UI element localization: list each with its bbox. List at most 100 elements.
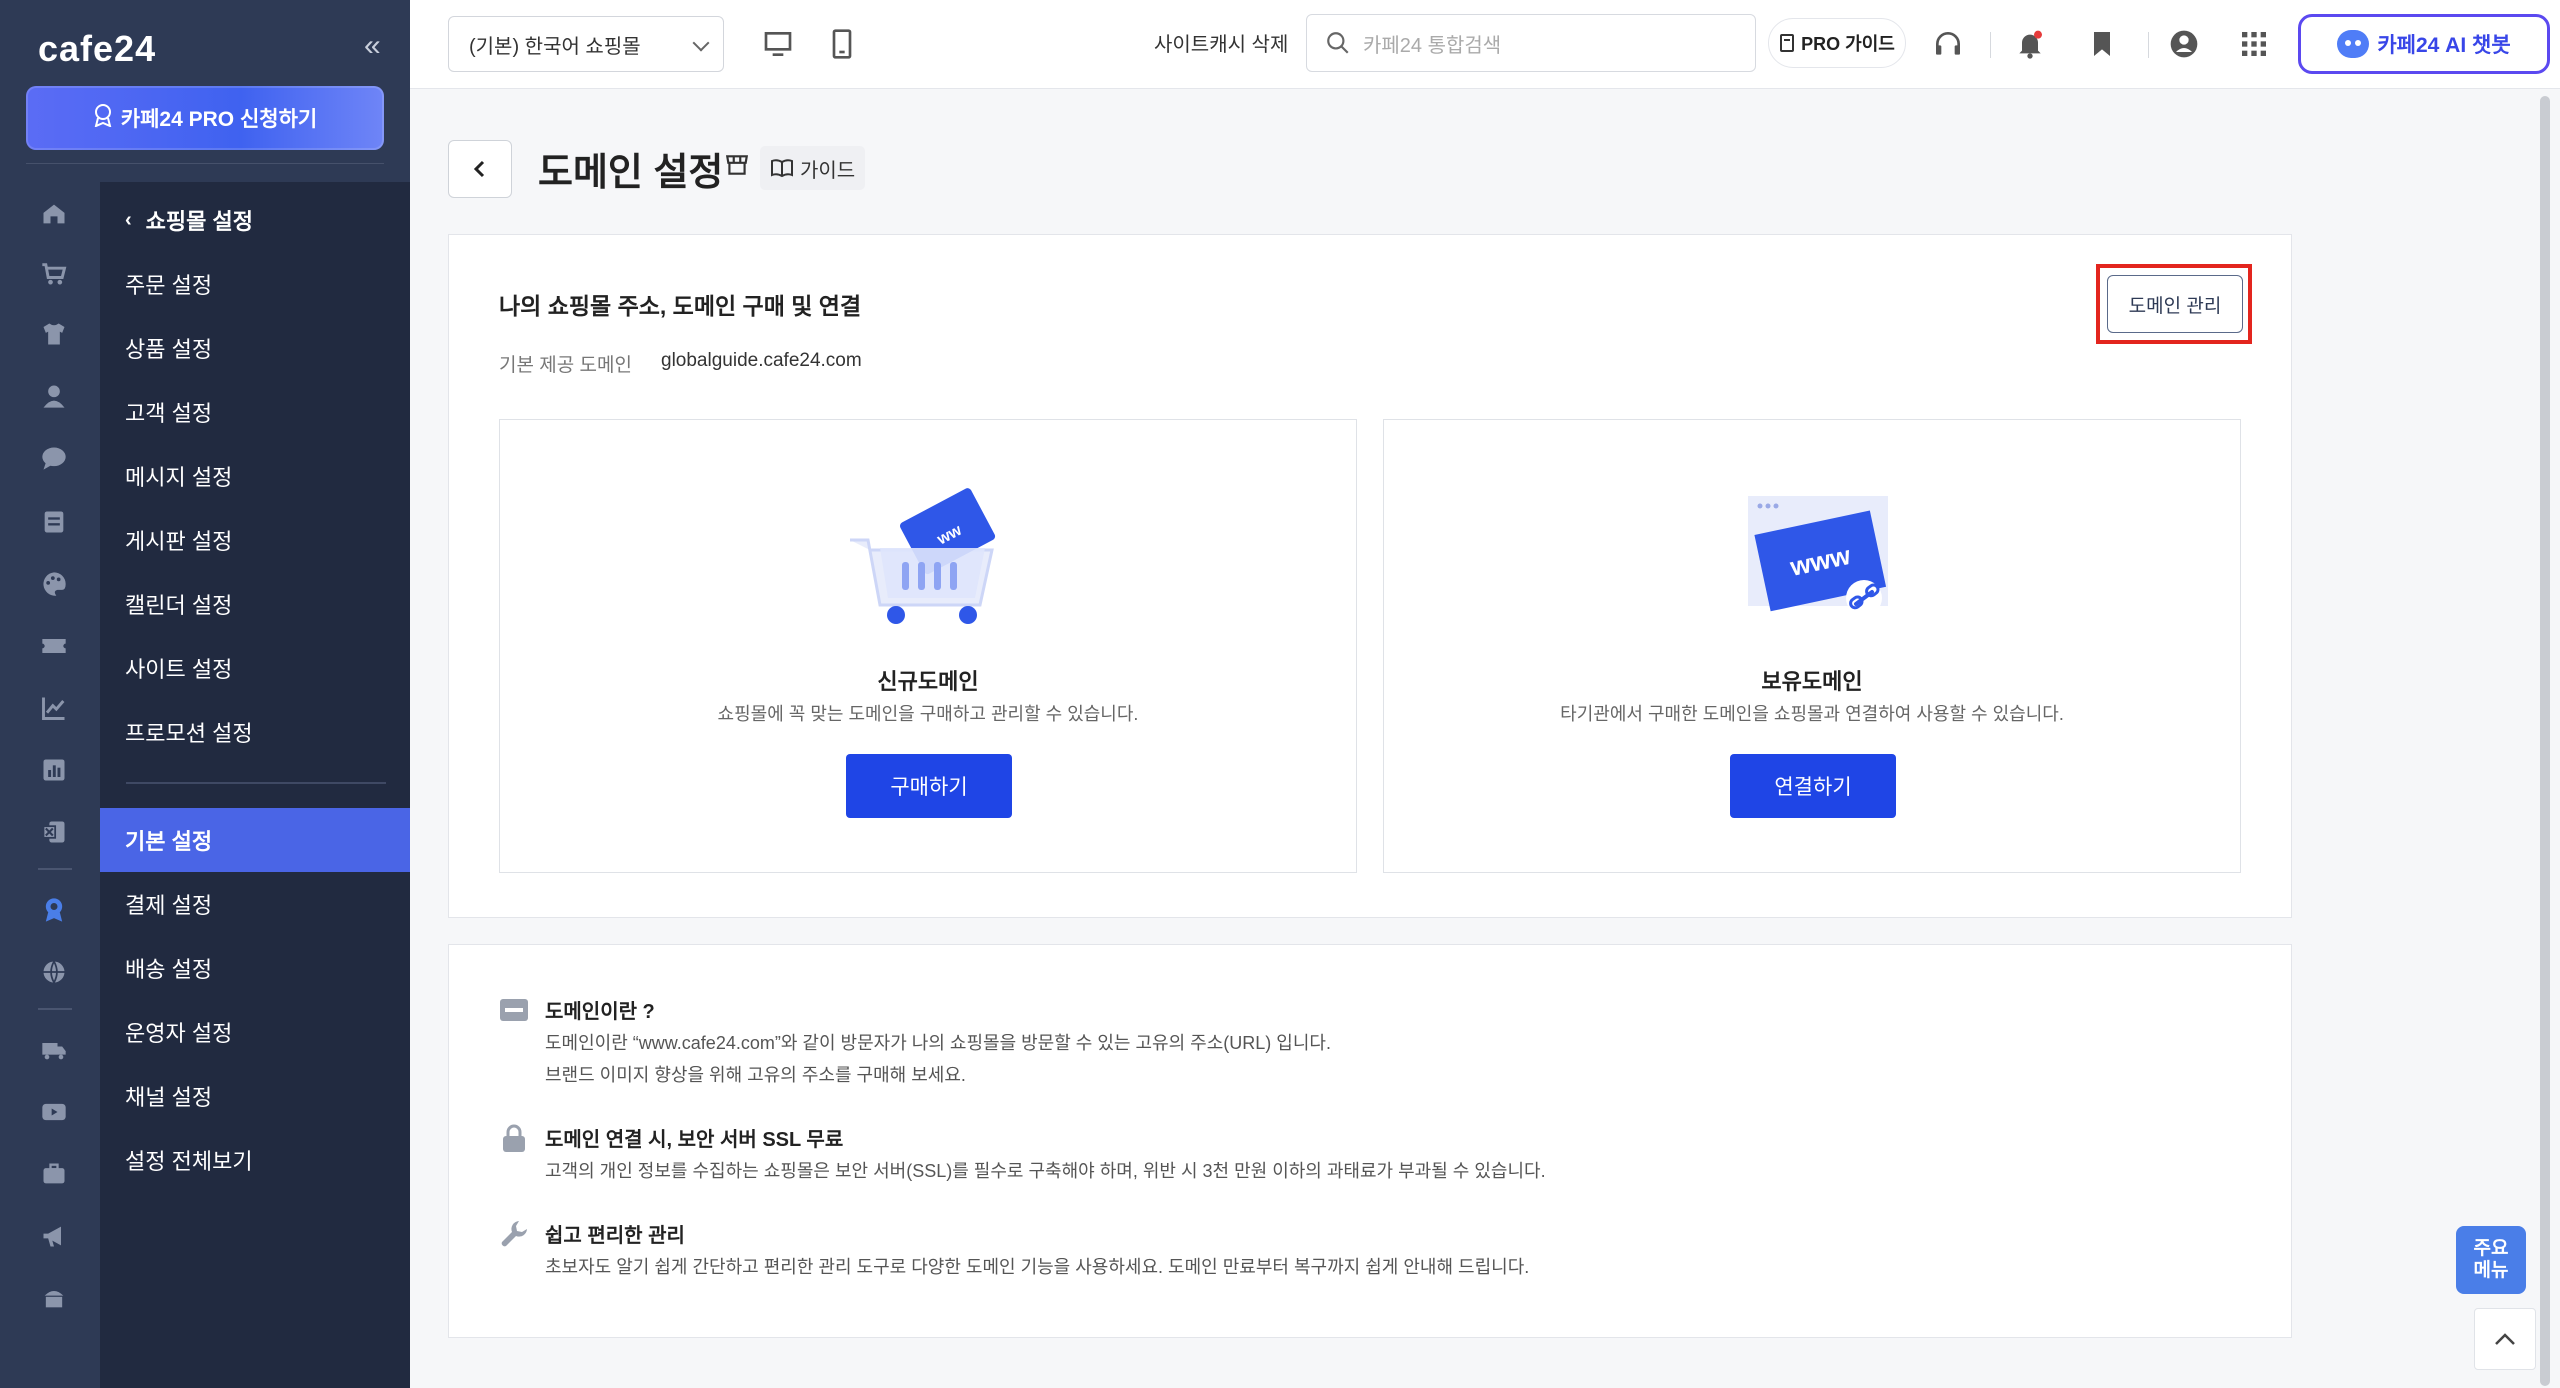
new-domain-title: 신규도메인	[877, 669, 979, 694]
cafe24-logo[interactable]: cafe24	[38, 28, 156, 70]
site-cache-delete-link[interactable]: 사이트캐시 삭제	[1154, 28, 1288, 57]
domain-section-card: 나의 쇼핑몰 주소, 도메인 구매 및 연결 기본 제공 도메인 globalg…	[448, 234, 2292, 918]
pro-apply-label: 카페24 PRO 신청하기	[120, 108, 318, 131]
chevron-left-icon: ‹	[125, 208, 132, 231]
search-input[interactable]: 카페24 통합검색	[1306, 14, 1756, 72]
mobile-icon[interactable]	[824, 26, 860, 62]
icon-rail	[0, 182, 100, 1388]
back-button[interactable]	[448, 140, 512, 198]
buy-domain-button[interactable]: 구매하기	[846, 754, 1012, 818]
palette-icon[interactable]	[40, 570, 68, 598]
menu-item-basic[interactable]: 기본 설정	[100, 808, 410, 872]
header-divider	[1990, 32, 1991, 58]
cart-icon[interactable]	[40, 260, 68, 288]
user-icon[interactable]	[40, 382, 68, 410]
home-icon[interactable]	[40, 200, 68, 228]
scroll-to-top-button[interactable]	[2474, 1308, 2536, 1370]
section-title: 나의 쇼핑몰 주소, 도메인 구매 및 연결	[499, 293, 862, 319]
scroll-thumb[interactable]	[2540, 96, 2550, 1386]
sidebar: cafe24 « 카페24 PRO 신청하기 ‹ 쇼핑몰 설정 주문 설정 상품…	[0, 0, 410, 1388]
video-icon[interactable]	[40, 1098, 68, 1126]
sidebar-divider	[26, 163, 384, 164]
page-scrollbar[interactable]	[2534, 92, 2554, 1388]
info-title: 도메인 연결 시, 보안 서버 SSL 무료	[545, 1129, 844, 1151]
chevron-down-icon	[692, 34, 710, 52]
headset-icon[interactable]	[1930, 26, 1966, 62]
www-link-illustration: www	[1748, 496, 1888, 616]
info-text: 브랜드 이미지 향상을 위해 고유의 주소를 구매해 보세요.	[545, 1065, 966, 1085]
globe-icon[interactable]	[40, 958, 68, 986]
menu-item-site[interactable]: 사이트 설정	[100, 636, 410, 700]
new-domain-card: ww 신규도메인 쇼핑몰에 꼭 맞는 도메인을 구매하고 관리할 수 있습니다.…	[499, 419, 1357, 873]
menu-item-customer[interactable]: 고객 설정	[100, 380, 410, 444]
chevron-left-icon	[473, 160, 485, 178]
chat-icon[interactable]	[40, 444, 68, 472]
menu-item-calendar[interactable]: 캘린더 설정	[100, 572, 410, 636]
chart-line-icon[interactable]	[40, 694, 68, 722]
info-text: 초보자도 알기 쉽게 간단하고 편리한 관리 도구로 다양한 도메인 기능을 사…	[545, 1257, 1530, 1277]
megaphone-icon[interactable]	[40, 1222, 68, 1250]
menu-back-shop-settings[interactable]: ‹ 쇼핑몰 설정	[100, 188, 410, 252]
settings-menu: ‹ 쇼핑몰 설정 주문 설정 상품 설정 고객 설정 메시지 설정 게시판 설정…	[100, 182, 410, 1388]
menu-item-shipping[interactable]: 배송 설정	[100, 936, 410, 1000]
own-domain-desc: 타기관에서 구매한 도메인을 쇼핑몰과 연결하여 사용할 수 있습니다.	[1560, 704, 2064, 724]
menu-item-payment[interactable]: 결제 설정	[100, 872, 410, 936]
sidebar-collapse-icon[interactable]: «	[364, 28, 381, 64]
info-text: 고객의 개인 정보를 수집하는 쇼핑몰은 보안 서버(SSL)를 필수로 구축해…	[545, 1161, 1546, 1181]
quick-menu-button[interactable]: 주요 메뉴	[2456, 1226, 2526, 1294]
info-title: 쉽고 편리한 관리	[545, 1225, 685, 1247]
truck-icon[interactable]	[40, 1036, 68, 1064]
default-domain-value: globalguide.cafe24.com	[661, 350, 862, 371]
open-book-icon	[771, 159, 793, 178]
new-domain-desc: 쇼핑몰에 꼭 맞는 도메인을 구매하고 관리할 수 있습니다.	[717, 704, 1139, 724]
menu-item-board[interactable]: 게시판 설정	[100, 508, 410, 572]
menu-divider	[126, 782, 386, 784]
menu-item-all-settings[interactable]: 설정 전체보기	[100, 1128, 410, 1192]
ai-chatbot-button[interactable]: 카페24 AI 챗봇	[2298, 14, 2550, 74]
book-icon	[1780, 34, 1795, 52]
award-icon[interactable]	[40, 896, 68, 924]
domain-manage-button[interactable]: 도메인 관리	[2107, 275, 2243, 333]
pro-guide-button[interactable]: PRO 가이드	[1768, 18, 1906, 68]
stats-icon[interactable]	[40, 756, 68, 784]
store-icon	[725, 155, 749, 175]
wrench-icon	[499, 1219, 529, 1249]
apps-grid-icon[interactable]	[2236, 26, 2272, 62]
medal-icon	[93, 103, 113, 133]
menu-item-promotion[interactable]: 프로모션 설정	[100, 700, 410, 764]
menu-item-order[interactable]: 주문 설정	[100, 252, 410, 316]
pro-apply-button[interactable]: 카페24 PRO 신청하기	[26, 86, 384, 150]
search-icon	[1327, 32, 1349, 54]
header-divider	[2148, 32, 2149, 58]
own-domain-title: 보유도메인	[1761, 669, 1863, 694]
top-header: (기본) 한국어 쇼핑몰 사이트캐시 삭제 카페24 통합검색 PRO 가이드 …	[410, 0, 2560, 89]
chevron-up-icon	[2495, 1333, 2515, 1345]
robot-icon	[2337, 30, 2370, 58]
rail-divider	[38, 868, 72, 870]
rail-divider	[38, 1008, 72, 1010]
menu-item-operator[interactable]: 운영자 설정	[100, 1000, 410, 1064]
notification-bell-icon[interactable]	[2012, 26, 2048, 62]
shirt-icon[interactable]	[40, 320, 68, 348]
desktop-icon[interactable]	[760, 26, 796, 62]
board-icon[interactable]	[40, 508, 68, 536]
page-title: 도메인 설정	[538, 152, 724, 194]
menu-item-message[interactable]: 메시지 설정	[100, 444, 410, 508]
coupon-icon[interactable]	[40, 632, 68, 660]
cart-www-illustration: ww	[850, 488, 996, 624]
account-icon[interactable]	[2166, 26, 2202, 62]
card-icon	[499, 995, 529, 1025]
cafe-icon[interactable]	[40, 1284, 68, 1312]
guide-link[interactable]: 가이드	[760, 146, 866, 190]
own-domain-card: www 보유도메인 타기관에서 구매한 도메인을 쇼핑몰과 연결하여 사용할 수…	[1383, 419, 2241, 873]
menu-item-product[interactable]: 상품 설정	[100, 316, 410, 380]
excel-icon[interactable]	[40, 818, 68, 846]
connect-domain-button[interactable]: 연결하기	[1730, 754, 1896, 818]
default-domain-label: 기본 제공 도메인	[499, 355, 632, 376]
bookmark-icon[interactable]	[2084, 26, 2120, 62]
shop-select[interactable]: (기본) 한국어 쇼핑몰	[448, 16, 724, 72]
briefcase-icon[interactable]	[40, 1160, 68, 1188]
info-title: 도메인이란 ?	[545, 1001, 655, 1023]
lock-icon	[499, 1123, 529, 1153]
menu-item-channel[interactable]: 채널 설정	[100, 1064, 410, 1128]
